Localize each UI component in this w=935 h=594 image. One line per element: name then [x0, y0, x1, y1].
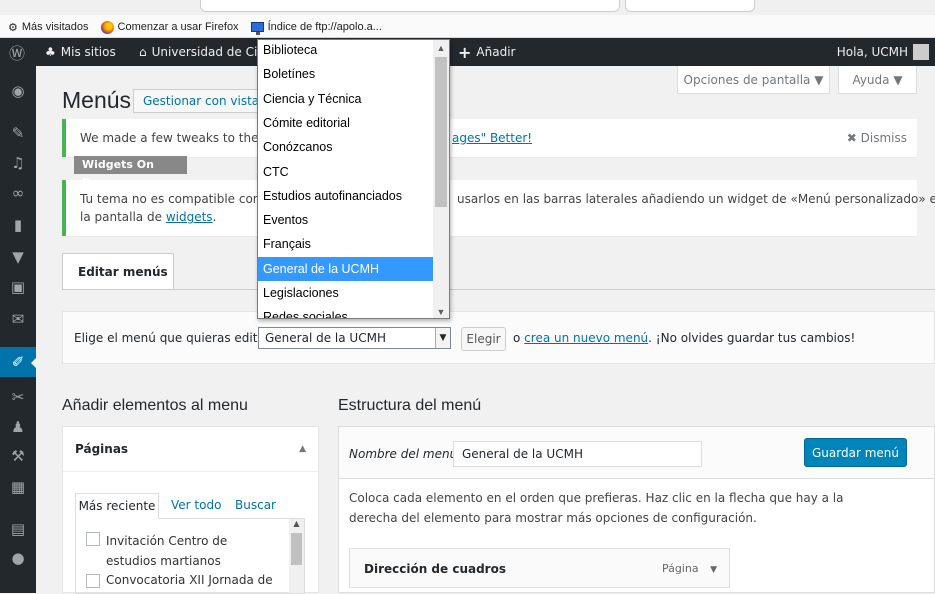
- tab-view-all[interactable]: Ver todo: [171, 493, 221, 519]
- chevron-down-icon[interactable]: ▼: [710, 565, 717, 575]
- dropdown-option[interactable]: CTC: [258, 160, 434, 184]
- dropdown-option[interactable]: Eventos: [258, 208, 434, 232]
- my-sites-menu[interactable]: ♣ Mis sitios: [45, 38, 116, 66]
- dropdown-option[interactable]: Cómite editorial: [258, 111, 434, 135]
- live-preview-button[interactable]: Gestionar con vista previa: [133, 89, 258, 113]
- tab-most-recent[interactable]: Más reciente: [75, 493, 159, 519]
- dropdown-option[interactable]: Redes sociales: [258, 305, 434, 318]
- sites-icon: ♣: [45, 45, 56, 59]
- pages-list-scrollbar[interactable]: ▲: [289, 519, 304, 593]
- manage-menus-bar: Elige el menú que quieras editar: Genera…: [62, 311, 935, 364]
- link-icon[interactable]: ∞: [0, 178, 36, 208]
- scroll-down-icon[interactable]: ▼: [433, 304, 449, 318]
- save-menu-button[interactable]: Guardar menú: [804, 438, 907, 467]
- plus-icon: +: [458, 42, 472, 62]
- scroll-thumb[interactable]: [435, 57, 447, 207]
- menu-instructions: Coloca cada elemento en el orden que pre…: [349, 491, 844, 525]
- dashboard-icon[interactable]: ◉: [0, 76, 36, 106]
- dropdown-option[interactable]: Conózcanos: [258, 135, 434, 159]
- gallery-icon[interactable]: ▣: [0, 272, 36, 302]
- scroll-up-icon[interactable]: ▲: [289, 519, 304, 531]
- select-menu-label: Elige el menú que quieras editar:: [74, 331, 274, 345]
- tools-icon[interactable]: ⚒: [0, 441, 36, 471]
- dropdown-option[interactable]: Français: [258, 232, 434, 256]
- pages-box-header[interactable]: Páginas ▲: [63, 427, 318, 472]
- plugin-notice: We made a few tweaks to the plu ages" Be…: [62, 119, 917, 157]
- settings-icon[interactable]: ▦: [0, 472, 36, 502]
- plugins-icon[interactable]: ✂: [0, 382, 36, 412]
- page-title: Menús: [62, 87, 132, 113]
- users-icon[interactable]: ♟: [0, 412, 36, 442]
- pages-tabs: Más reciente Ver todo Buscar: [75, 493, 305, 519]
- checkbox[interactable]: [86, 574, 100, 588]
- dropdown-option[interactable]: Ciencia y Técnica: [258, 87, 434, 111]
- pages-list: Invitación Centro de estudios martianos …: [75, 519, 305, 594]
- site-name-menu[interactable]: ⌂ Universidad de Ci: [139, 38, 257, 66]
- list-item[interactable]: Convocatoria XII Jornada de: [86, 573, 276, 588]
- dropdown-option[interactable]: General de la UCMH: [258, 256, 434, 281]
- tab-divider: [62, 289, 935, 290]
- collapse-arrow-icon: ▲: [299, 444, 306, 454]
- choose-menu-button[interactable]: Elegir: [461, 327, 506, 351]
- plugin-notice-link[interactable]: ages" Better!: [452, 131, 532, 145]
- close-icon: ✖: [846, 131, 857, 145]
- media-icon[interactable]: ♫: [0, 148, 36, 178]
- bookmark-ftp-index[interactable]: Índice de ftp://apolo.a...: [250, 21, 382, 35]
- mail-icon[interactable]: ✉: [0, 304, 36, 334]
- dropdown-scrollbar[interactable]: ▲ ▼: [433, 40, 449, 318]
- bookmark-most-visited[interactable]: ⚙ Más visitados: [8, 21, 89, 34]
- admin-sidebar: ◉ ✎ ♫ ∞ ▮ ▼ ▣ ✉ ✐ ✂ ♟ ⚒ ▦ ▤ ●: [0, 66, 37, 593]
- dropdown-option[interactable]: Biblioteca: [258, 40, 434, 62]
- add-new-menu[interactable]: + Añadir: [458, 38, 515, 66]
- search-bar[interactable]: [625, 0, 755, 12]
- menu-select[interactable]: General de la UCMH ▼: [258, 327, 451, 349]
- list-item[interactable]: Invitación Centro de estudios martianos: [86, 531, 276, 571]
- gear-icon: ⚙: [8, 21, 18, 34]
- menu-select-dropdown[interactable]: Biblioteca Boletínes Ciencia y Técnica Cómi…: [257, 39, 450, 319]
- widgets-link[interactable]: widgets: [166, 210, 213, 224]
- dropdown-option[interactable]: Legislaciones: [258, 281, 434, 305]
- menu-structure-heading: Estructura del menú: [338, 397, 482, 414]
- chevron-down-icon: ▼: [435, 328, 450, 348]
- collapse-icon[interactable]: ●: [0, 543, 36, 573]
- checkbox[interactable]: [86, 532, 100, 546]
- firefox-icon: [100, 20, 114, 34]
- dropdown-option[interactable]: Boletínes: [258, 62, 434, 86]
- menu-item-title: Dirección de cuadros: [364, 562, 506, 576]
- wordpress-logo-icon[interactable]: Ⓦ: [0, 38, 34, 66]
- add-items-heading: Añadir elementos al menu: [62, 397, 248, 414]
- home-icon: ⌂: [139, 45, 147, 59]
- my-account-menu[interactable]: Hola, UCMH: [837, 38, 929, 66]
- bookmarks-bar: ⚙ Más visitados Comenzar a usar Firefox …: [8, 19, 382, 35]
- create-menu-link[interactable]: crea un nuevo menú: [524, 331, 648, 345]
- widgets-icon[interactable]: ▤: [0, 514, 36, 544]
- widgets-on-pages-tag: Widgets On Pages: [74, 156, 187, 189]
- url-bar[interactable]: [200, 0, 620, 12]
- menu-item[interactable]: Dirección de cuadros Página ▼: [349, 548, 730, 588]
- menu-header: Nombre del menú General de la UCMH Guard…: [339, 427, 934, 479]
- page-icon[interactable]: ▮: [0, 210, 36, 240]
- bookmark-firefox[interactable]: Comenzar a usar Firefox: [100, 20, 239, 34]
- pages-box: Páginas ▲ Más reciente Ver todo Buscar I…: [62, 426, 319, 594]
- comments-icon[interactable]: ▼: [0, 242, 36, 272]
- browser-toolbar: ⚙ Más visitados Comenzar a usar Firefox …: [0, 0, 935, 38]
- dismiss-button[interactable]: ✖ Dismiss: [847, 131, 907, 145]
- admin-bar: Ⓦ ♣ Mis sitios ⌂ Universidad de Ci + Aña…: [0, 38, 935, 66]
- screen-options-button[interactable]: Opciones de pantalla ▼: [677, 66, 830, 94]
- tab-edit-menus[interactable]: Editar menús: [62, 253, 174, 290]
- appearance-icon[interactable]: ✐: [0, 347, 37, 377]
- help-button[interactable]: Ayuda ▼: [838, 66, 917, 94]
- menu-name-label: Nombre del menú: [349, 447, 458, 461]
- scroll-up-icon[interactable]: ▲: [433, 40, 449, 56]
- theme-notice: Tu tema no es compatible con m usarlos e…: [62, 180, 935, 236]
- avatar: [913, 44, 929, 60]
- dropdown-option[interactable]: Estudios autofinanciados: [258, 184, 434, 208]
- menu-name-input[interactable]: General de la UCMH: [453, 441, 702, 467]
- tab-search[interactable]: Buscar: [235, 493, 276, 519]
- menu-edit-panel: Nombre del menú General de la UCMH Guard…: [338, 426, 935, 593]
- pin-icon[interactable]: ✎: [0, 118, 36, 148]
- scroll-thumb[interactable]: [291, 533, 302, 565]
- monitor-icon: [250, 22, 264, 35]
